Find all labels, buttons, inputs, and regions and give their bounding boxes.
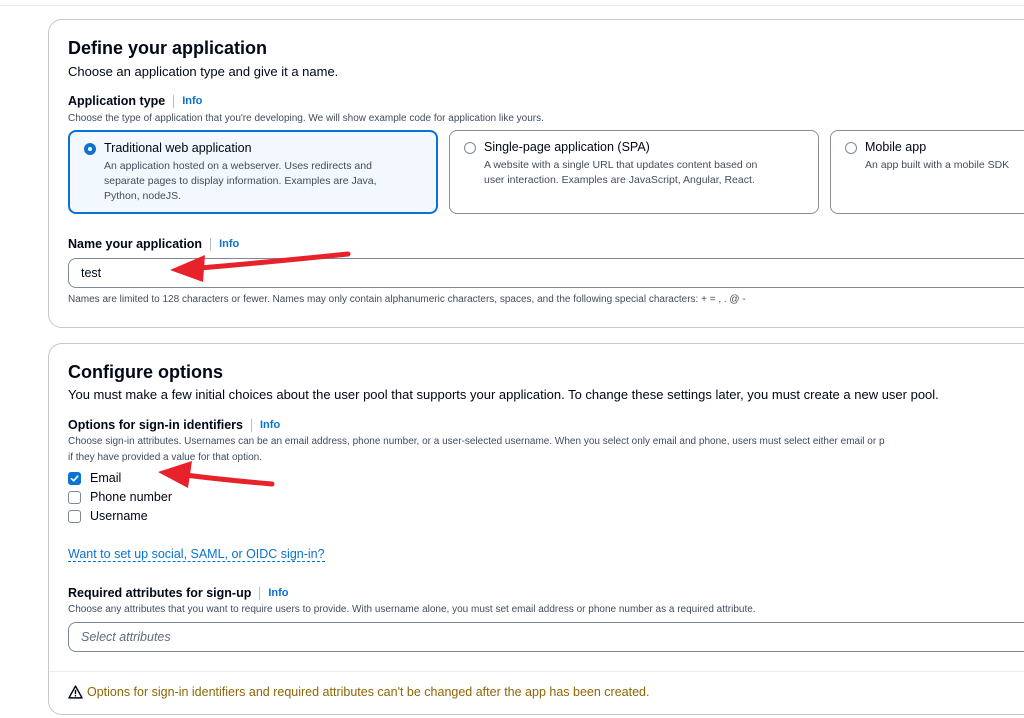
tile-desc-line: separate pages to display information. E…: [104, 175, 377, 187]
name-application-label: Name your application Info: [68, 237, 239, 251]
define-title: Define your application: [68, 38, 268, 58]
option-phone-number[interactable]: Phone number: [68, 490, 172, 504]
option-label: Email: [90, 471, 122, 485]
tile-desc-line: user interaction. Examples are JavaScrip…: [484, 174, 755, 186]
footer-divider: [49, 671, 1024, 672]
tile-desc-line: A website with a single URL that updates…: [484, 159, 758, 171]
tile-title: Mobile app: [865, 140, 927, 154]
tile-desc-line: An app built with a mobile SDK: [865, 159, 1010, 171]
name-application-info-link[interactable]: Info: [219, 238, 239, 250]
tile-title: Single-page application (SPA): [484, 140, 650, 154]
tile-mobile-app[interactable]: Mobile app An app built with a mobile SD…: [830, 130, 1024, 214]
select-attributes-dropdown[interactable]: Select attributes: [68, 622, 1024, 652]
radio-mobile-app[interactable]: [845, 142, 857, 154]
define-description: Choose an application type and give it a…: [68, 64, 339, 79]
required-attributes-label: Required attributes for sign-up Info: [68, 586, 289, 600]
signin-help-line-2: if they have provided a value for that o…: [68, 452, 263, 463]
define-application-panel: Define your application Choose an applic…: [48, 19, 1024, 328]
social-saml-oidc-link[interactable]: Want to set up social, SAML, or OIDC sig…: [68, 547, 325, 562]
required-attributes-help: Choose any attributes that you want to r…: [68, 604, 756, 615]
name-application-label-text: Name your application: [68, 237, 203, 251]
application-name-input[interactable]: test: [68, 258, 1024, 288]
warning-message: Options for sign-in identifiers and requ…: [68, 685, 649, 699]
warning-text: Options for sign-in identifiers and requ…: [87, 685, 650, 699]
tile-single-page-app[interactable]: Single-page application (SPA) A website …: [449, 130, 819, 214]
tile-title: Traditional web application: [104, 141, 252, 155]
configure-options-panel: Configure options You must make a few in…: [48, 343, 1024, 715]
signin-identifiers-label-text: Options for sign-in identifiers: [68, 418, 243, 432]
option-email[interactable]: Email: [68, 471, 121, 485]
tile-desc-line: Python, nodeJS.: [104, 190, 182, 202]
tile-description: An app built with a mobile SDK: [865, 158, 1009, 173]
tile-description: A website with a single URL that updates…: [484, 158, 757, 188]
top-divider: [0, 0, 1024, 6]
checkmark-icon: [70, 474, 79, 482]
select-attributes-placeholder: Select attributes: [81, 630, 171, 644]
info-separator: [251, 418, 252, 432]
email-checkbox[interactable]: [68, 471, 81, 485]
application-name-value: test: [81, 266, 102, 280]
application-type-info-link[interactable]: Info: [182, 95, 202, 107]
option-username[interactable]: Username: [68, 509, 148, 523]
tile-desc-line: An application hosted on a webserver. Us…: [104, 160, 372, 172]
configure-title: Configure options: [68, 362, 223, 382]
application-type-help: Choose the type of application that you'…: [68, 113, 544, 124]
required-attributes-info-link[interactable]: Info: [268, 587, 288, 599]
application-type-label: Application type Info: [68, 94, 202, 108]
signin-identifiers-label: Options for sign-in identifiers Info: [68, 418, 280, 432]
info-separator: [259, 586, 261, 600]
configure-description: You must make a few initial choices abou…: [68, 387, 939, 402]
option-label: Username: [90, 509, 148, 523]
radio-traditional-web-app[interactable]: [84, 143, 96, 155]
application-type-label-text: Application type: [68, 94, 166, 108]
required-attributes-label-text: Required attributes for sign-up: [68, 586, 252, 600]
option-label: Phone number: [90, 490, 173, 504]
radio-single-page-app[interactable]: [464, 142, 476, 154]
name-help-text: Names are limited to 128 characters or f…: [68, 294, 746, 305]
warning-icon: [68, 685, 83, 699]
tile-traditional-web-app[interactable]: Traditional web application An applicati…: [68, 130, 438, 214]
info-separator: [173, 94, 175, 108]
phone-number-checkbox[interactable]: [68, 490, 81, 504]
info-separator: [210, 237, 212, 251]
signin-help-line-1: Choose sign-in attributes. Usernames can…: [68, 436, 885, 447]
username-checkbox[interactable]: [68, 509, 81, 523]
tile-description: An application hosted on a webserver. Us…: [104, 159, 377, 204]
signin-identifiers-info-link[interactable]: Info: [260, 419, 280, 431]
